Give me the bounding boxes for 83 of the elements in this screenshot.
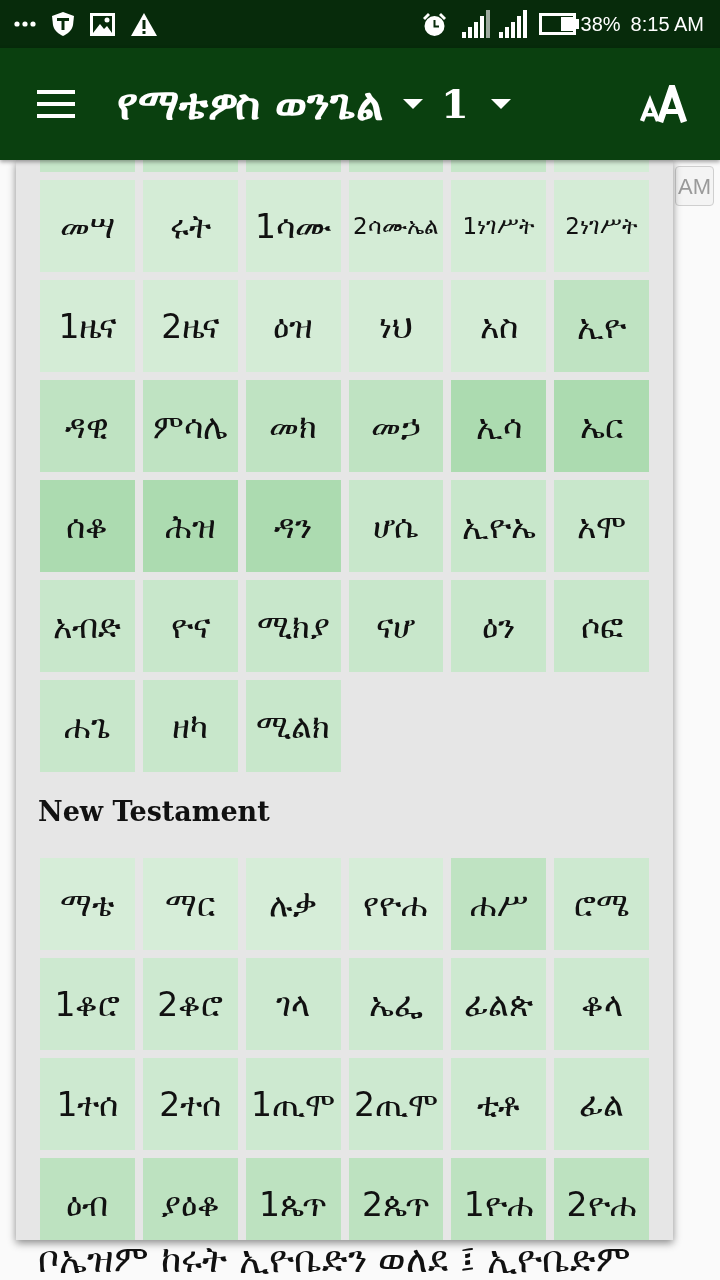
book-button[interactable]: ማር	[142, 858, 238, 950]
book-button[interactable]: ሉቃ	[245, 858, 341, 950]
book-button[interactable]: መሣ	[40, 180, 135, 272]
text-size-icon	[640, 85, 688, 123]
book-button[interactable]: 1ሳሙ	[245, 180, 341, 272]
book-button[interactable]	[554, 160, 649, 172]
book-button[interactable]: አብድ	[40, 580, 135, 672]
more-icon	[14, 21, 36, 27]
book-button[interactable]: 1ጴጥ	[245, 1158, 341, 1240]
shield-icon	[52, 12, 74, 36]
chapter-dropdown[interactable]: 1	[441, 84, 511, 124]
book-button[interactable]: 1ተሰ	[40, 1058, 135, 1150]
book-button[interactable]: ሐሥ	[451, 858, 547, 950]
signal-icon	[461, 10, 492, 38]
menu-button[interactable]	[37, 90, 75, 118]
book-button[interactable]: ኤፌ	[348, 958, 444, 1050]
book-button[interactable]: 2ዮሐ	[554, 1158, 649, 1240]
book-button[interactable]: ሮሜ	[554, 858, 649, 950]
book-button[interactable]: ሆሴ	[348, 480, 444, 572]
clock-time: 8:15 AM	[630, 12, 704, 37]
book-button[interactable]: 2ነገሥት	[554, 180, 649, 272]
book-button[interactable]: ፊልጵ	[451, 958, 547, 1050]
book-button[interactable]: ዘካ	[142, 680, 238, 772]
book-button[interactable]: መክ	[245, 380, 341, 472]
book-button[interactable]: 2ዜና	[142, 280, 238, 372]
book-button[interactable]: ያዕቆ	[142, 1158, 238, 1240]
book-button[interactable]: 1ዜና	[40, 280, 135, 372]
book-button[interactable]: ሰቆ	[40, 480, 135, 572]
book-button[interactable]: ነህ	[348, 280, 444, 372]
book-button[interactable]: ዕን	[451, 580, 547, 672]
book-button[interactable]: 1ዮሐ	[451, 1158, 547, 1240]
book-button[interactable]: 1ቆሮ	[40, 958, 135, 1050]
book-button[interactable]: ቲቶ	[451, 1058, 547, 1150]
book-button[interactable]: ገላ	[245, 958, 341, 1050]
image-icon	[90, 12, 115, 36]
book-button[interactable]: ምሳሌ	[142, 380, 238, 472]
book-button[interactable]: የዮሐ	[348, 858, 444, 950]
book-button[interactable]: ዕብ	[40, 1158, 135, 1240]
book-button[interactable]	[40, 160, 135, 172]
alarm-clock-icon	[421, 11, 447, 37]
book-button[interactable]: ማቴ	[40, 858, 135, 950]
book-button[interactable]	[142, 160, 238, 172]
book-button[interactable]: ኤር	[554, 380, 649, 472]
book-button[interactable]: 2ተሰ	[142, 1058, 238, 1150]
book-button[interactable]: ሐጌ	[40, 680, 135, 772]
book-button[interactable]: ኢሳ	[451, 380, 547, 472]
section-heading: New Testament	[38, 796, 271, 828]
verse-text: ቦኤዝም ከሩት ኢዮቤድን ወለደ ፤ ኢዮቤድም	[37, 1240, 632, 1280]
book-button[interactable]: ኢዮኤ	[451, 480, 547, 572]
book-button[interactable]: ዳዊ	[40, 380, 135, 472]
book-button[interactable]: 2ቆሮ	[142, 958, 238, 1050]
warning-icon	[131, 12, 157, 36]
caret-icon	[403, 99, 423, 109]
book-button[interactable]: 1ነገሥት	[451, 180, 547, 272]
battery-icon	[538, 13, 579, 35]
book-button[interactable]: ናሆ	[348, 580, 444, 672]
book-button[interactable]: ሶፎ	[554, 580, 649, 672]
text-size-button[interactable]	[640, 85, 688, 123]
book-button[interactable]: ዕዝ	[245, 280, 341, 372]
book-button[interactable]	[245, 160, 341, 172]
book-button[interactable]: አሞ	[554, 480, 649, 572]
book-button[interactable]: 2ጢሞ	[348, 1058, 444, 1150]
caret-icon	[490, 99, 511, 109]
book-button[interactable]: ሕዝ	[142, 480, 238, 572]
book-button[interactable]: ዮና	[142, 580, 238, 672]
book-button[interactable]	[348, 160, 444, 172]
book-button[interactable]: ኢዮ	[554, 280, 649, 372]
book-button[interactable]: 2ሳሙኤል	[348, 180, 444, 272]
book-button[interactable]: መኃ	[348, 380, 444, 472]
book-button[interactable]: አስ	[451, 280, 547, 372]
book-button[interactable]	[451, 160, 547, 172]
book-button[interactable]: ሚክያ	[245, 580, 341, 672]
book-button[interactable]: ሚልክ	[245, 680, 341, 772]
book-button[interactable]: ቆላ	[554, 958, 649, 1050]
battery-percent: 38%	[580, 12, 621, 37]
book-dropdown[interactable]: የማቴዎስ ወንጌል	[117, 80, 423, 128]
book-button[interactable]: 2ጴጥ	[348, 1158, 444, 1240]
book-button[interactable]: ሩት	[142, 180, 238, 272]
book-button[interactable]: ዳን	[245, 480, 341, 572]
menu-icon	[37, 90, 75, 118]
signal-icon	[498, 10, 529, 38]
book-button[interactable]: 1ጢሞ	[245, 1058, 341, 1150]
book-button[interactable]: ፊል	[554, 1058, 649, 1150]
